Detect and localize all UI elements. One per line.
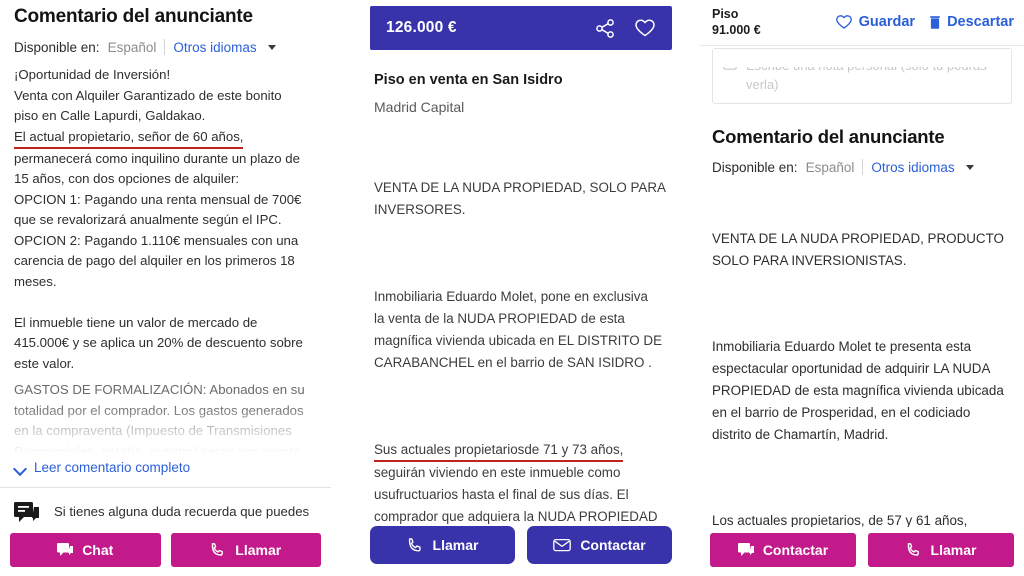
language-row: Disponible en: Español Otros idiomas <box>712 159 1012 175</box>
screenshot-stage: Comentario del anunciante Disponible en:… <box>0 0 1024 576</box>
contact-button[interactable]: Contactar <box>710 533 856 567</box>
comment-intro: ¡Oportunidad de Inversión! Venta con Alq… <box>14 67 282 123</box>
save-button[interactable]: Guardar <box>835 14 915 30</box>
phone-icon <box>210 542 226 558</box>
share-icon[interactable] <box>595 18 616 39</box>
note-fade-overlay <box>713 49 1011 67</box>
chat-icon <box>57 542 74 558</box>
call-button[interactable]: Llamar <box>868 533 1014 567</box>
chat-button-label: Chat <box>82 542 114 558</box>
divider <box>0 487 331 488</box>
listing-price: 91.000 € <box>712 23 761 37</box>
header-actions <box>595 18 656 39</box>
listing-location: Madrid Capital <box>374 99 465 115</box>
envelope-icon <box>553 538 572 552</box>
contact-button[interactable]: Contactar <box>527 526 672 564</box>
language-row: Disponible en: Español Otros idiomas <box>14 39 317 55</box>
chat-bubble-icon <box>14 502 40 526</box>
language-value: Español <box>805 159 855 175</box>
sticky-action-bar: Piso 91.000 € Guardar Descartar <box>700 0 1024 46</box>
panel-a-cta-bar: Chat Llamar <box>0 525 331 576</box>
chat-button[interactable]: Chat <box>10 533 161 567</box>
call-button-label: Llamar <box>930 542 977 558</box>
highlight-owner-ages: Sus actuales propietariosde 71 y 73 años… <box>374 441 624 462</box>
listing-panel-san-isidro: 126.000 € Piso en venta en San Isidro Ma… <box>356 0 686 576</box>
price-header-bar: 126.000 € <box>370 6 672 50</box>
read-full-comment-label: Leer comentario completo <box>34 460 191 475</box>
language-label: Disponible en: <box>712 159 798 175</box>
advertiser-comment-text: VENTA DE LA NUDA PROPIEDAD, PRODUCTO SOL… <box>712 184 1012 576</box>
listing-panel-prosperidad: Compartir Descartar Comparar Piso 91.000… <box>700 0 1024 576</box>
panel-b-cta-bar: Llamar Contactar <box>356 526 686 576</box>
language-label: Disponible en: <box>14 39 100 55</box>
description-paragraph: Inmobiliaria Eduardo Molet te presenta e… <box>712 339 1004 442</box>
call-button[interactable]: Llamar <box>370 526 515 564</box>
call-button-label: Llamar <box>432 537 479 553</box>
description-paragraph: VENTA DE LA NUDA PROPIEDAD, PRODUCTO SOL… <box>712 231 1004 268</box>
heart-icon[interactable] <box>634 18 656 38</box>
contact-button-label: Contactar <box>580 537 646 553</box>
panel-gap <box>686 0 700 576</box>
discard-button[interactable]: Descartar <box>929 14 1014 30</box>
caret-down-icon[interactable] <box>965 164 974 170</box>
discard-button-label: Descartar <box>947 14 1014 30</box>
listing-title: Piso en venta en San Isidro <box>374 72 563 88</box>
sticky-actions: Guardar Descartar <box>835 14 1014 30</box>
listing-price: 126.000 € <box>386 19 457 36</box>
phone-icon <box>906 542 922 558</box>
panel-c-cta-bar: Contactar Llamar <box>700 527 1024 576</box>
phone-icon <box>407 537 424 554</box>
language-value: Español <box>107 39 157 55</box>
divider <box>164 39 166 55</box>
listing-summary: Piso 91.000 € <box>712 6 761 38</box>
personal-note-input[interactable]: Escribe una nota personal (solo tú podrá… <box>712 48 1012 104</box>
page-title: Comentario del anunciante <box>14 6 253 27</box>
property-type: Piso <box>712 7 739 21</box>
save-button-label: Guardar <box>858 14 916 30</box>
other-languages-link[interactable]: Otros idiomas <box>173 40 256 55</box>
highlight-owner-age: El actual propietario, señor de 60 años, <box>14 128 244 149</box>
call-button-label: Llamar <box>235 542 282 558</box>
call-button[interactable]: Llamar <box>170 533 321 567</box>
contact-button-label: Contactar <box>762 542 829 558</box>
heart-icon <box>835 14 853 30</box>
advertiser-comment-text: ¡Oportunidad de Inversión! Venta con Alq… <box>14 65 317 374</box>
caret-down-icon[interactable] <box>267 44 276 50</box>
trash-icon <box>929 15 941 30</box>
comment-rest: permanecerá como inquilino durante un pl… <box>14 150 303 371</box>
read-full-comment-link[interactable]: Leer comentario completo <box>14 460 317 475</box>
other-languages-link[interactable]: Otros idiomas <box>871 160 954 175</box>
page-title: Comentario del anunciante <box>712 126 945 147</box>
chat-icon <box>737 542 754 558</box>
description-paragraph: VENTA DE LA NUDA PROPIEDAD, SOLO PARA IN… <box>374 180 666 217</box>
advertiser-comment-truncated: GASTOS DE FORMALIZACIÓN: Abonados en su … <box>14 382 305 454</box>
chevron-down-icon <box>14 462 26 474</box>
description-paragraph: Inmobiliaria Eduardo Molet, pone en excl… <box>374 289 663 370</box>
listing-panel-galdakao: Comentario del anunciante Disponible en:… <box>0 0 332 576</box>
listing-description: VENTA DE LA NUDA PROPIEDAD, SOLO PARA IN… <box>374 133 668 576</box>
panel-gap <box>332 0 356 576</box>
divider <box>862 159 864 175</box>
